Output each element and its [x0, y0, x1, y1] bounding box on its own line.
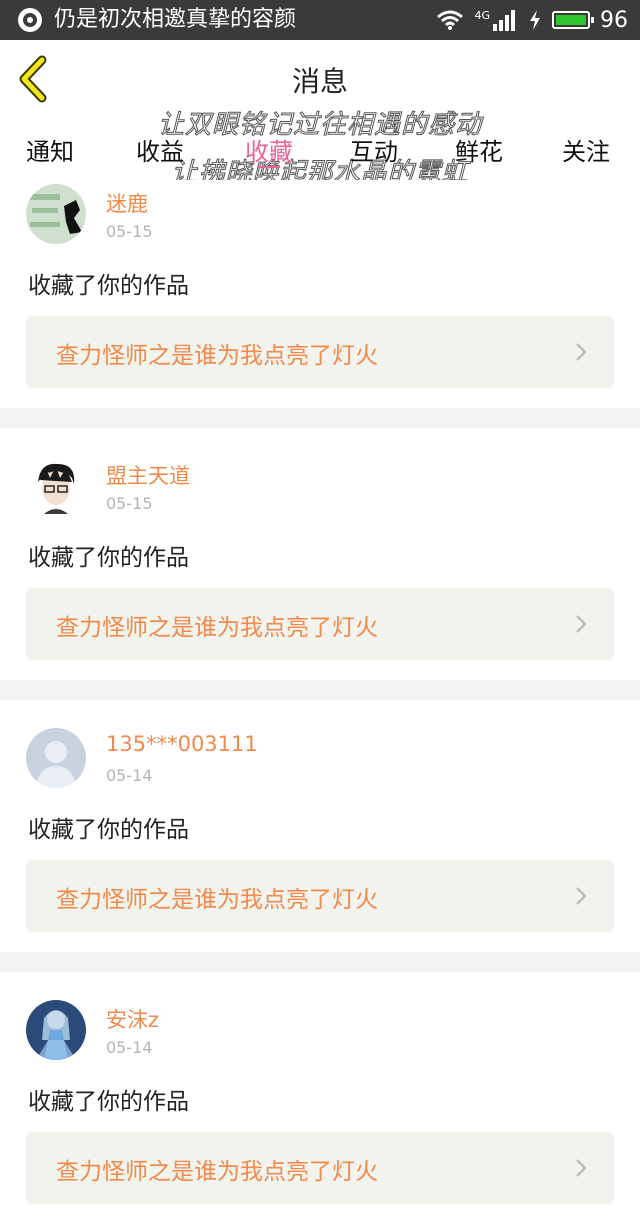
avatar[interactable]	[26, 184, 86, 244]
work-title: 查力怪师之是谁为我点亮了灯火	[56, 343, 378, 369]
app-logo-icon	[18, 8, 42, 32]
username[interactable]: 迷鹿	[106, 188, 148, 218]
tab-follows[interactable]: 关注	[562, 132, 610, 167]
work-link[interactable]: 查力怪师之是谁为我点亮了灯火	[26, 588, 614, 660]
chevron-right-icon	[576, 343, 587, 361]
list-item: 安沫z 05-14 收藏了你的作品 查力怪师之是谁为我点亮了灯火	[0, 996, 640, 1224]
list-divider	[0, 408, 640, 428]
work-title: 查力怪师之是谁为我点亮了灯火	[56, 615, 378, 641]
chevron-right-icon	[576, 887, 587, 905]
page-title: 消息	[291, 65, 348, 98]
signal-icon	[493, 10, 515, 31]
status-bar: 仍是初次相邀真挚的容颜 4G 96	[0, 0, 640, 40]
work-link[interactable]: 查力怪师之是谁为我点亮了灯火	[26, 1132, 614, 1204]
avatar[interactable]	[26, 1000, 86, 1060]
network-label: 4G	[474, 8, 490, 22]
work-title: 查力怪师之是谁为我点亮了灯火	[56, 887, 378, 913]
username[interactable]: 安沫z	[106, 1004, 159, 1034]
list-item: 135***003111 05-14 收藏了你的作品 查力怪师之是谁为我点亮了灯…	[0, 724, 640, 952]
avatar[interactable]	[26, 456, 86, 516]
message-date: 05-14	[106, 766, 153, 785]
notification-text: 仍是初次相邀真挚的容颜	[54, 7, 297, 32]
message-list: 迷鹿 05-15 收藏了你的作品 查力怪师之是谁为我点亮了灯火 盟主天道 05-…	[0, 180, 640, 1224]
list-item: 盟主天道 05-15 收藏了你的作品 查力怪师之是谁为我点亮了灯火	[0, 452, 640, 680]
work-link[interactable]: 查力怪师之是谁为我点亮了灯火	[26, 860, 614, 932]
avatar[interactable]	[26, 728, 86, 788]
tab-flowers[interactable]: 鲜花	[455, 132, 503, 167]
active-tab-indicator	[258, 166, 280, 168]
work-link[interactable]: 查力怪师之是谁为我点亮了灯火	[26, 316, 614, 388]
message-action-text: 收藏了你的作品	[28, 1089, 189, 1115]
chevron-right-icon	[576, 615, 587, 633]
list-item: 迷鹿 05-15 收藏了你的作品 查力怪师之是谁为我点亮了灯火	[0, 180, 640, 408]
message-date: 05-15	[106, 222, 153, 241]
message-action-text: 收藏了你的作品	[28, 545, 189, 571]
tab-favorites[interactable]: 收藏	[245, 132, 293, 167]
username[interactable]: 135***003111	[106, 732, 258, 756]
tab-interactions[interactable]: 互动	[350, 132, 398, 167]
chevron-right-icon	[576, 1159, 587, 1177]
wifi-icon	[437, 10, 464, 30]
list-divider	[0, 680, 640, 700]
battery-percent: 96	[600, 7, 628, 33]
message-action-text: 收藏了你的作品	[28, 273, 189, 299]
charging-icon	[530, 10, 540, 30]
username[interactable]: 盟主天道	[106, 460, 190, 490]
tab-earnings[interactable]: 收益	[136, 132, 184, 167]
message-date: 05-14	[106, 1038, 153, 1057]
tab-bar: 通知 收益 收藏 互动 鲜花 关注	[0, 120, 640, 182]
work-title: 查力怪师之是谁为我点亮了灯火	[56, 1159, 378, 1185]
tab-notifications[interactable]: 通知	[26, 132, 74, 167]
battery-icon	[552, 11, 594, 29]
list-divider	[0, 952, 640, 972]
message-action-text: 收藏了你的作品	[28, 817, 189, 843]
message-date: 05-15	[106, 494, 153, 513]
status-icons: 4G 96	[436, 6, 628, 34]
